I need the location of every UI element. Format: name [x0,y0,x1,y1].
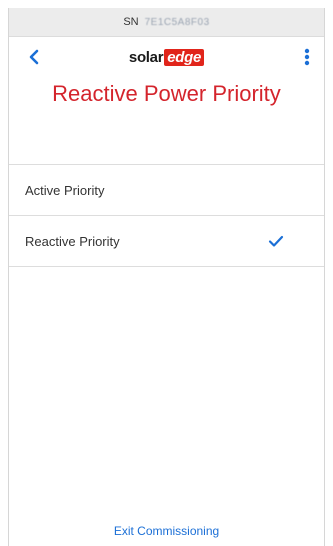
option-label: Reactive Priority [25,233,120,249]
option-label: Active Priority [25,182,105,198]
exit-commissioning-link[interactable]: Exit Commissioning [9,524,324,538]
chevron-left-icon [29,49,39,65]
option-active-priority[interactable]: Active Priority [9,165,324,216]
serial-number-label: SN [123,16,139,28]
serial-number-bar: SN 7E1C5A8F03 [9,8,324,37]
option-reactive-priority[interactable]: Reactive Priority [9,216,324,267]
page-title: Reactive Power Priority [52,81,281,106]
logo-edge-text: edge [164,48,205,66]
serial-number-value: 7E1C5A8F03 [144,16,210,28]
solaredge-logo: solar edge [128,48,205,66]
logo-solar-text: solar [128,48,164,66]
checkmark-icon [268,235,284,247]
priority-options-list: Active Priority Reactive Priority [9,164,324,267]
header: solar edge [9,37,324,77]
app-screen: SN 7E1C5A8F03 solar edge Reactive Power … [8,8,325,546]
kebab-menu-icon [304,48,310,66]
back-button[interactable] [23,46,45,68]
more-menu-button[interactable] [296,46,318,68]
